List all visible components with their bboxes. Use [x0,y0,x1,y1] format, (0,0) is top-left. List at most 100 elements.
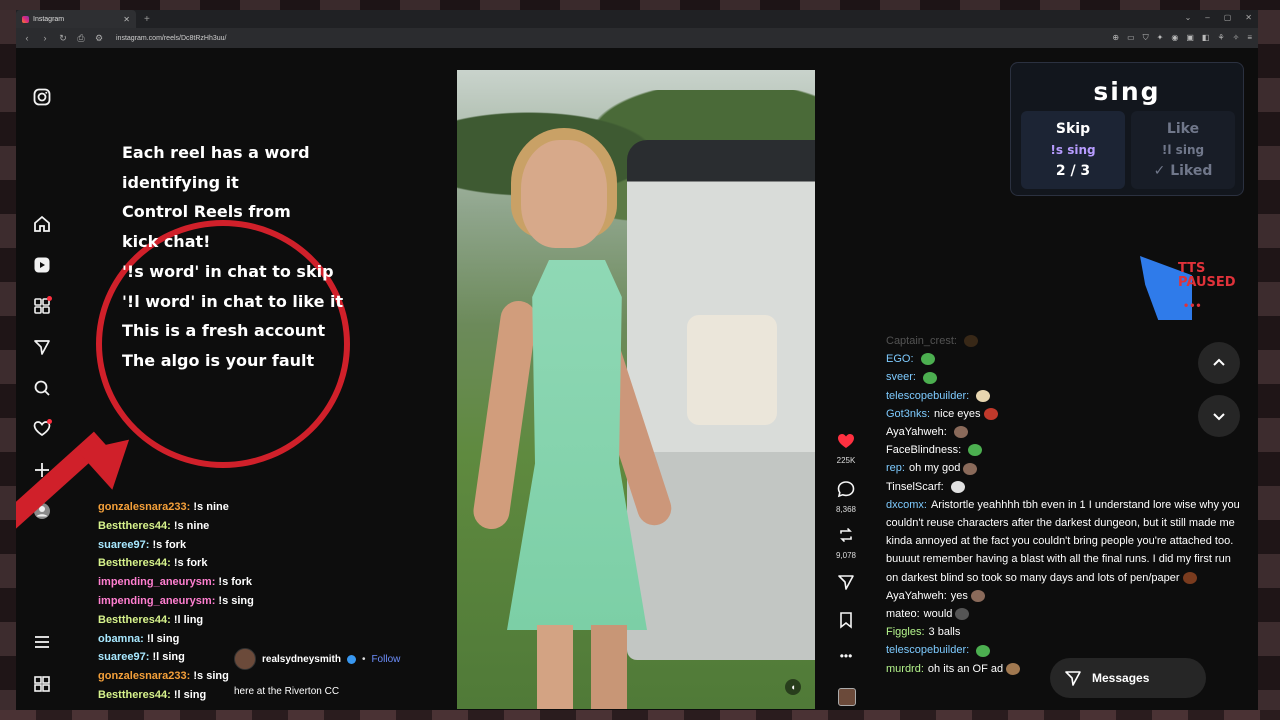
chat-text: !s nine [193,501,229,513]
messages-label: Messages [1092,671,1150,685]
cast-icon[interactable]: ▭ [1127,33,1135,43]
skip-count: 2 / 3 [1055,163,1091,179]
chat-text: !l sing [146,632,180,645]
follow-button[interactable]: Follow [371,654,400,665]
shield-icon[interactable]: ⛉ [1143,33,1149,43]
kick-chat-commands: gonzalesnara233: !s nine Besttheres44: !s… [98,498,254,705]
more-dots-icon: ••• [839,649,853,663]
like-button[interactable]: 225K [834,433,858,465]
chat-username: impending_aneurysm: [98,594,216,607]
close-window-icon[interactable]: ✕ [1245,13,1252,22]
chat-text: oh my god [908,462,961,475]
chat-text: 3 balls [928,626,961,639]
chat-emote-icon [968,444,983,457]
notification-dot [47,419,52,424]
reels-icon[interactable] [33,256,51,274]
chat-username: murdrd: [886,662,924,675]
zoom-icon[interactable]: ⊕ [1112,33,1119,43]
share-button[interactable] [834,573,858,596]
avatar[interactable] [234,648,256,670]
forward-icon[interactable]: › [40,33,50,43]
chat-text: yes [950,589,968,602]
grid-icon[interactable] [33,675,51,693]
back-icon[interactable]: ‹ [22,33,32,43]
repost-count: 9,078 [835,551,857,560]
repost-button[interactable]: 9,078 [834,526,858,560]
chat-message: rep: oh my god [886,459,1242,477]
browser-tab[interactable]: Instagram ✕ [16,10,136,28]
tab-title: Instagram [33,15,65,23]
chat-message: Besttheres44: !s nine [98,517,254,536]
heart-filled-icon [834,433,858,454]
chat-message: telescopebuilder: [886,641,1242,659]
bookmark-icon[interactable]: ⎙ [76,33,86,44]
chat-text: oh its an OF ad [927,662,1004,675]
audio-thumbnail[interactable] [838,688,856,706]
instruction-line: This is a fresh account [122,321,326,341]
home-icon[interactable] [33,215,51,233]
extension-icon[interactable]: ▣ [1186,33,1194,43]
chat-message: Besttheres44: !l sing [98,686,254,705]
reel-video[interactable]: ◖ [457,70,815,709]
chat-emote-icon [976,644,991,657]
address-bar: ‹ › ↻ ⎙ ⚙ instagram.com/reels/Dc8tRzHh3u… [16,28,1258,48]
chat-text: nice eyes [934,407,981,420]
extension-icon[interactable]: ◉ [1171,33,1178,43]
chat-username: Besttheres44: [98,613,171,626]
chat-text: !l sing [152,651,185,664]
instagram-logo-icon[interactable] [33,88,51,106]
extension-icon[interactable]: ◧ [1202,33,1210,43]
chat-text: !s sing [193,670,229,683]
messages-button[interactable]: Messages [1050,658,1206,698]
reel-word: sing [1093,77,1161,106]
chat-message: gonzalesnara233: !s sing [98,667,254,686]
instruction-line: identifying it [122,172,239,192]
chat-username: EGO: [886,353,914,366]
new-tab-button[interactable]: + [144,14,150,25]
tab-close-icon[interactable]: ✕ [123,15,130,24]
url-field[interactable]: instagram.com/reels/Dc8tRzHh3uu/ [116,35,1104,42]
chat-message: gonzalesnara233: !s nine [98,498,254,517]
like-title: Like [1166,121,1200,137]
chat-message: Besttheres44: !s fork [98,554,254,573]
author-username[interactable]: realsydneysmith [262,654,341,665]
chat-message: dxcomx: Aristortle yeahhhh tbh even in 1 … [886,496,1242,587]
maximize-icon[interactable]: ▢ [1224,13,1232,22]
menu-icon[interactable]: ≡ [1247,33,1252,43]
chat-message: Besttheres44: !l ling [98,611,254,630]
reload-icon[interactable]: ↻ [58,33,68,44]
comment-button[interactable]: 8,368 [834,480,858,514]
heart-icon[interactable] [33,419,52,438]
site-info-icon[interactable]: ⚙ [94,33,104,44]
chat-username: gonzalesnara233: [98,501,191,513]
send-icon [834,573,858,596]
chat-message: Figgles: 3 balls [886,623,1242,641]
extension-icon[interactable]: ✦ [1157,33,1164,43]
send-icon[interactable] [33,338,51,356]
explore-icon[interactable] [33,296,52,315]
chat-emote-icon [922,371,937,384]
hamburger-icon[interactable] [33,633,51,651]
chat-message: suaree97: !l sing [98,648,254,667]
mute-icon[interactable]: ◖ [785,679,801,695]
extension-icon[interactable]: ⚘ [1217,33,1224,43]
chat-text: Aristortle yeahhhh tbh even in 1 I under… [886,498,1240,584]
browser-titlebar: Instagram ✕ + ⌄ – ▢ ✕ [16,10,1258,28]
search-icon[interactable] [33,379,51,397]
person-face [521,140,607,248]
minimize-icon[interactable]: – [1205,13,1209,22]
more-options-button[interactable]: ••• [834,647,858,665]
chat-username: Besttheres44: [98,519,171,532]
puzzle-icon[interactable]: ✧ [1233,33,1240,43]
chat-username: dxcomx: [886,498,927,511]
instruction-line: Each reel has a word [122,143,310,162]
save-button[interactable] [834,611,858,634]
window-controls: ⌄ – ▢ ✕ [1185,13,1252,22]
separator-dot: • [361,653,366,665]
comment-count: 8,368 [835,505,857,514]
chat-emote-icon [950,480,965,493]
window-menu-icon[interactable]: ⌄ [1185,13,1192,22]
comment-icon [834,480,858,503]
chat-message: AyaYahweh: yes [886,587,1242,605]
chat-username: AyaYahweh: [886,589,947,602]
